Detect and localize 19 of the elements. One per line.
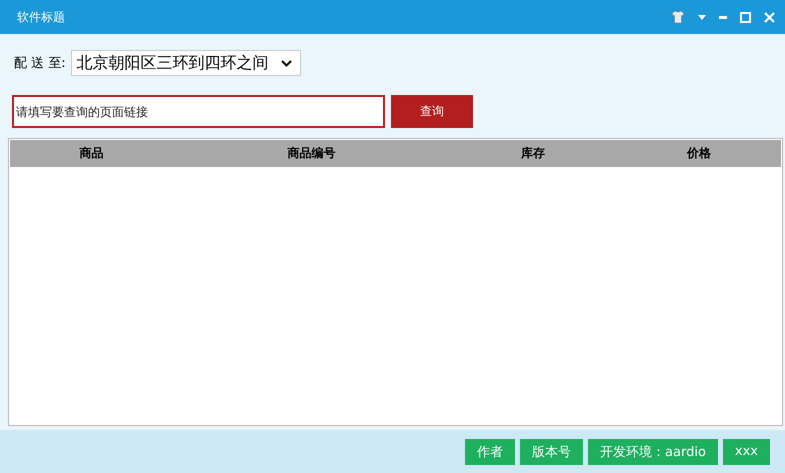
window-title: 软件标题 [17,8,65,26]
close-icon[interactable] [764,12,775,22]
delivery-label: 配 送 至: [14,55,66,72]
column-header: 价格 [686,145,712,162]
dropdown-arrow-icon[interactable] [698,14,706,20]
url-input-field[interactable]: 请填写要查询的页面链接 [12,95,385,128]
chevron-down-icon [280,60,292,66]
column-header: 库存 [520,145,546,162]
maximize-icon[interactable] [740,12,751,22]
footer-button[interactable]: 开发环境：aardio [588,438,718,464]
footer-button[interactable]: 版本号 [520,438,584,464]
column-header: 商品 [78,145,104,162]
delivery-dropdown[interactable]: 北京朝阳区三环到四环之间 [70,50,301,76]
minimize-icon[interactable] [719,16,727,18]
footer-button[interactable]: xxx [722,438,770,464]
column-header: 商品编号 [286,145,336,162]
footer-button[interactable]: 作者 [465,438,516,464]
shirt-icon[interactable] [671,10,685,24]
search-button[interactable]: 查询 [391,95,473,128]
